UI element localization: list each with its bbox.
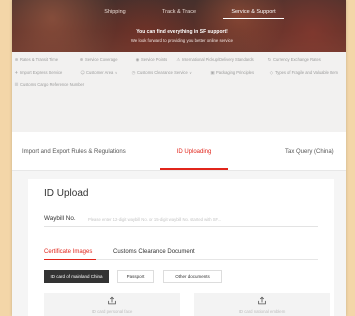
quick-link-currency-exchange[interactable]: Currency Exchange Rates: [267, 56, 321, 63]
quick-link-label: Rates & Transit Time: [20, 57, 58, 62]
quick-link-label: Customs Cargo Reference Number: [20, 82, 85, 87]
quick-link-label: Currency Exchange Rates: [273, 57, 321, 62]
hero-headline: You can find everything in SF support!: [136, 29, 228, 35]
id-type-mainland-id-button[interactable]: ID card of mainland China: [44, 270, 109, 283]
quick-links: Rates & Transit Time Service Coverage Se…: [12, 52, 346, 132]
quick-link-label: Packaging Principles: [216, 70, 255, 75]
plane-icon: [14, 70, 19, 77]
upload-slot-label: ID card national emblem: [238, 309, 286, 314]
warning-icon: [176, 57, 181, 64]
quick-link-import-express[interactable]: Import Express Service: [14, 69, 62, 76]
upload-slot-personal-face[interactable]: ID card personal face: [44, 293, 180, 316]
section-tab-bar: Import and Export Rules & Regulations ID…: [12, 132, 346, 171]
tab-tax-query[interactable]: Tax Query (China): [285, 148, 334, 157]
page-title: ID Upload: [44, 188, 89, 199]
upload-slot-national-emblem[interactable]: ID card national emblem: [194, 293, 330, 316]
user-icon: [80, 70, 85, 77]
active-document-tab-indicator: [44, 258, 96, 260]
document-icon: [14, 82, 19, 89]
upload-icon: [258, 296, 266, 305]
id-upload-card: ID Upload Waybill No. Certificate Images…: [28, 179, 334, 316]
waybill-underline: [44, 226, 318, 227]
tab-import-export-rules[interactable]: Import and Export Rules & Regulations: [22, 148, 126, 157]
main-content: ID Upload Waybill No. Certificate Images…: [12, 171, 346, 316]
quick-link-label: International Pickup/Delivery Standards: [182, 57, 254, 62]
upload-icon: [108, 296, 116, 305]
quick-link-service-points[interactable]: Service Points: [135, 56, 167, 63]
id-type-passport-button[interactable]: Passport: [117, 270, 154, 283]
upload-slot-label: ID card personal face: [91, 309, 133, 314]
quick-link-intl-pickup-delivery[interactable]: International Pickup/Delivery Standards: [176, 56, 254, 63]
quick-link-customer-area[interactable]: Customer Area: [80, 69, 117, 76]
hero-banner: Shipping Track & Trace Service & Support…: [12, 0, 346, 52]
quick-link-label: Types of Fragile and Valuable Item: [275, 70, 338, 75]
chevron-down-icon: [115, 70, 118, 77]
hero-subline: We look forward to providing you better …: [130, 38, 234, 43]
package-icon: [210, 70, 215, 77]
location-pin-icon: [135, 57, 140, 64]
nav-service-support[interactable]: Service & Support: [223, 7, 284, 19]
exchange-icon: [267, 57, 272, 64]
quick-link-label: Import Express Service: [20, 70, 63, 75]
quick-link-customs-clearance[interactable]: Customs Clearance Service: [131, 69, 192, 76]
clock-icon: [131, 70, 136, 77]
rates-icon: [14, 57, 19, 64]
tab-certificate-images[interactable]: Certificate Images: [44, 248, 92, 256]
page-panel: Shipping Track & Trace Service & Support…: [12, 0, 346, 316]
quick-link-label: Service Coverage: [85, 57, 118, 62]
quick-link-label: Service Points: [141, 57, 168, 62]
diamond-icon: [269, 70, 274, 77]
id-type-other-documents-button[interactable]: Other documents: [163, 270, 222, 283]
waybill-input[interactable]: [88, 215, 318, 223]
nav-track-trace[interactable]: Track & Trace: [157, 7, 201, 19]
quick-link-rates-transit-time[interactable]: Rates & Transit Time: [14, 56, 58, 63]
tab-customs-clearance-document[interactable]: Customs Clearance Document: [113, 248, 195, 256]
tab-id-uploading[interactable]: ID Uploading: [172, 148, 216, 157]
coverage-icon: [79, 57, 84, 64]
active-tab-indicator: [160, 168, 228, 170]
quick-link-label: Customs Clearance Service: [137, 70, 188, 75]
quick-link-service-coverage[interactable]: Service Coverage: [79, 56, 118, 63]
nav-shipping[interactable]: Shipping: [97, 7, 133, 19]
quick-link-cargo-reference[interactable]: Customs Cargo Reference Number: [14, 81, 84, 88]
chevron-down-icon: [189, 70, 192, 77]
waybill-label: Waybill No.: [44, 215, 76, 222]
quick-link-packaging-principles[interactable]: Packaging Principles: [210, 69, 254, 76]
quick-link-fragile-valuable[interactable]: Types of Fragile and Valuable Item: [269, 69, 338, 76]
quick-link-label: Customer Area: [86, 70, 114, 75]
